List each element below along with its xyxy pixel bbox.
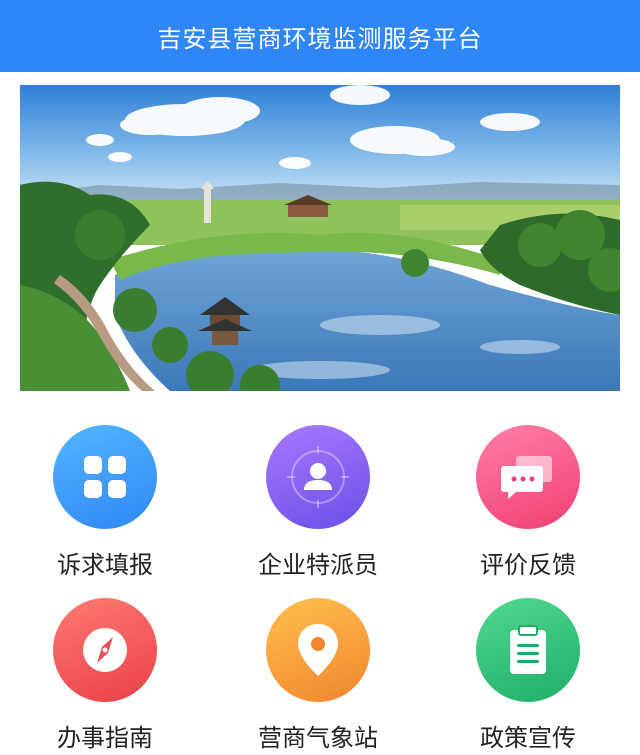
compass-icon — [83, 628, 127, 672]
person-icon — [287, 446, 349, 508]
menu-item-label: 评价反馈 — [480, 551, 576, 579]
menu-item-policy-publicity[interactable]: 政策宣传 — [438, 598, 618, 753]
grid-icon — [84, 456, 126, 498]
banner-carousel[interactable] — [20, 85, 620, 391]
menu-item-service-guide[interactable]: 办事指南 — [15, 598, 195, 753]
menu-item-business-weather-station[interactable]: 营商气象站 — [228, 598, 408, 753]
clipboard-icon — [510, 625, 546, 674]
banner-image — [20, 85, 620, 391]
page-title: 吉安县营商环境监测服务平台 — [157, 24, 483, 53]
menu-item-label: 政策宣传 — [480, 724, 576, 752]
chat-icon — [501, 456, 552, 499]
menu-item-label: 营商气象站 — [258, 724, 378, 752]
menu-item-label: 办事指南 — [57, 724, 153, 752]
menu-icon-circle — [476, 425, 580, 529]
menu-item-label: 企业特派员 — [258, 551, 378, 579]
menu-item-evaluation-feedback[interactable]: 评价反馈 — [438, 425, 618, 580]
location-pin-icon — [298, 624, 338, 676]
menu-icon-circle — [53, 598, 157, 702]
menu-item-enterprise-commissioner[interactable]: 企业特派员 — [228, 425, 408, 580]
menu-icon-circle — [266, 425, 370, 529]
menu-item-appeal-report[interactable]: 诉求填报 — [15, 425, 195, 580]
menu-item-label: 诉求填报 — [57, 551, 153, 579]
menu-icon-circle — [266, 598, 370, 702]
menu-icon-circle — [53, 425, 157, 529]
app-header: 吉安县营商环境监测服务平台 — [0, 0, 640, 72]
menu-icon-circle — [476, 598, 580, 702]
